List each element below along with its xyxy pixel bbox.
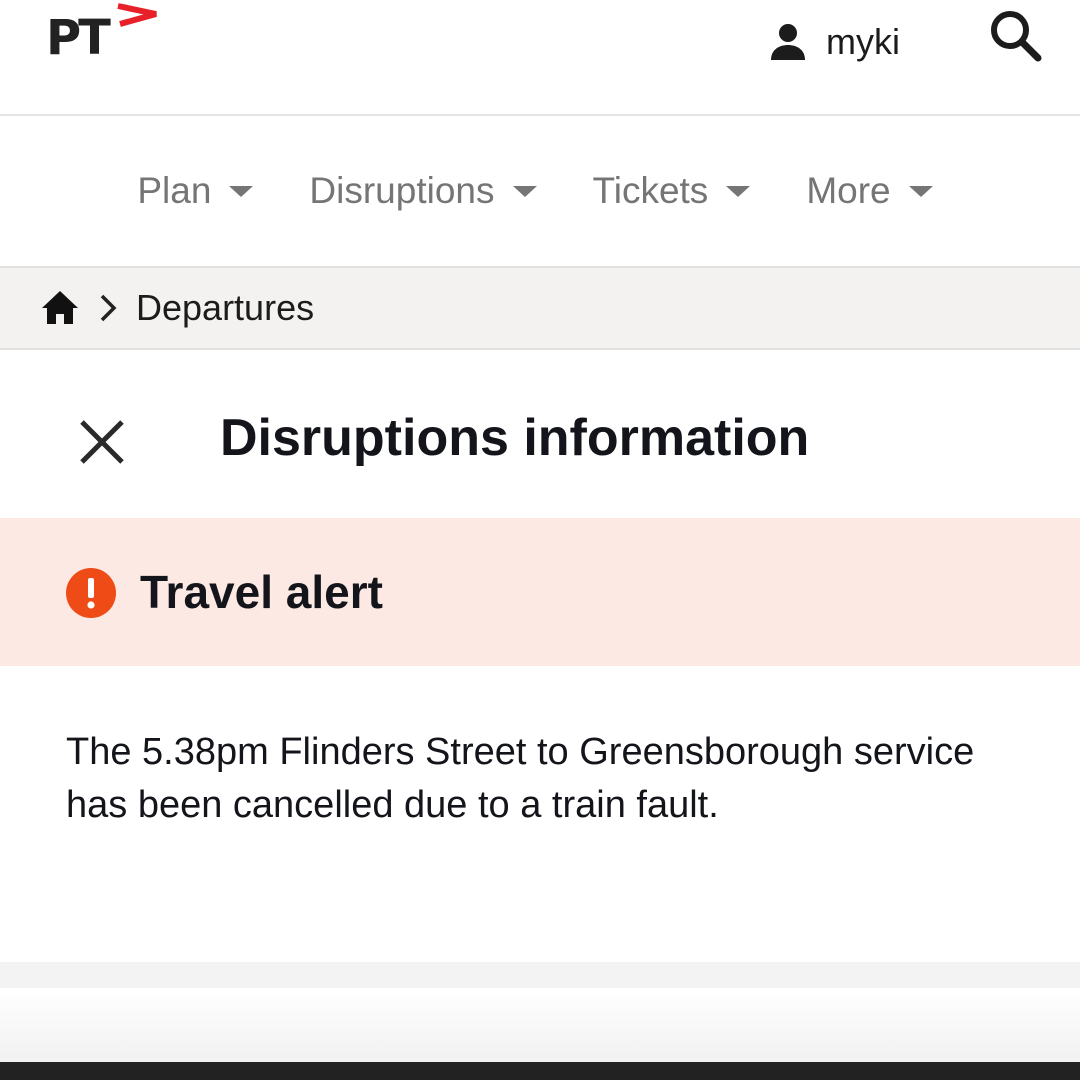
person-icon — [771, 24, 805, 60]
logo-text: PT — [46, 10, 111, 66]
search-icon[interactable] — [986, 6, 1046, 66]
panel-header: Disruptions information — [0, 350, 1080, 518]
caret-down-icon — [229, 185, 254, 197]
section-divider — [0, 962, 1080, 988]
page-title: Disruptions information — [220, 409, 810, 467]
nav-item-plan[interactable]: Plan — [137, 170, 254, 212]
home-icon[interactable] — [40, 288, 80, 328]
footer-bar — [0, 1062, 1080, 1080]
nav-item-label: Disruptions — [309, 170, 495, 211]
close-icon[interactable] — [76, 416, 128, 468]
nav-item-more[interactable]: More — [806, 170, 933, 212]
breadcrumb: Departures — [0, 266, 1080, 350]
pt-logo[interactable]: PT — [46, 0, 166, 66]
nav-item-tickets[interactable]: Tickets — [593, 170, 751, 212]
main-nav: Plan Disruptions Tickets More — [0, 116, 1080, 266]
site-header: PT myki — [0, 0, 1080, 116]
myki-account-link[interactable]: myki — [768, 14, 900, 70]
nav-item-label: Plan — [137, 170, 212, 211]
caret-down-icon — [726, 185, 751, 197]
myki-label: myki — [826, 21, 900, 62]
nav-item-label: Tickets — [592, 170, 709, 211]
breadcrumb-current: Departures — [136, 287, 315, 328]
caret-down-icon — [512, 185, 537, 197]
nav-item-disruptions[interactable]: Disruptions — [309, 170, 537, 212]
alert-title: Travel alert — [140, 566, 383, 618]
nav-item-label: More — [806, 170, 891, 211]
caret-down-icon — [908, 185, 933, 197]
chevron-right-icon — [100, 294, 117, 322]
footer-area — [0, 988, 1080, 1062]
alert-message: The 5.38pm Flinders Street to Greensboro… — [66, 731, 975, 826]
exclamation-circle-icon — [66, 568, 116, 618]
